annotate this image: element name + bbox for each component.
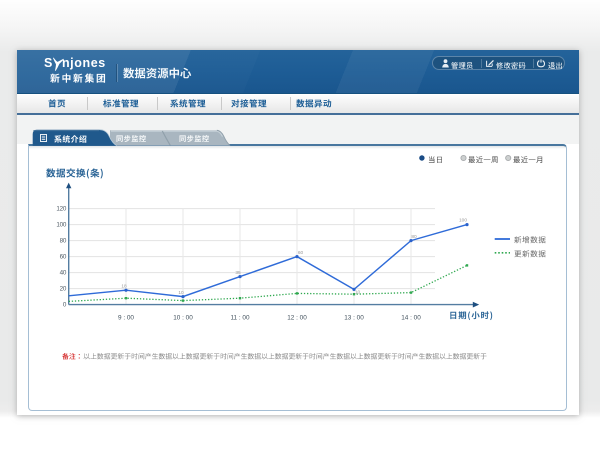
svg-text:9 : 00: 9 : 00	[118, 315, 134, 322]
svg-text:80: 80	[411, 234, 417, 240]
svg-text:80: 80	[60, 238, 67, 245]
svg-text:12 : 00: 12 : 00	[287, 315, 307, 322]
svg-text:11 : 00: 11 : 00	[230, 315, 250, 322]
svg-text:60: 60	[60, 254, 67, 261]
svg-text:0: 0	[63, 302, 67, 309]
svg-text:35: 35	[235, 270, 241, 276]
svg-text:100: 100	[459, 217, 467, 223]
svg-text:60: 60	[298, 250, 304, 256]
svg-text:18: 18	[121, 284, 127, 290]
svg-text:10: 10	[178, 290, 184, 296]
svg-text:40: 40	[60, 270, 67, 277]
svg-text:13 : 00: 13 : 00	[344, 315, 364, 322]
svg-text:20: 20	[60, 286, 67, 293]
svg-text:14 : 00: 14 : 00	[401, 315, 421, 322]
svg-text:120: 120	[56, 206, 67, 213]
svg-text:10 : 00: 10 : 00	[173, 315, 193, 322]
svg-text:100: 100	[56, 222, 67, 229]
svg-text:10: 10	[355, 290, 361, 296]
